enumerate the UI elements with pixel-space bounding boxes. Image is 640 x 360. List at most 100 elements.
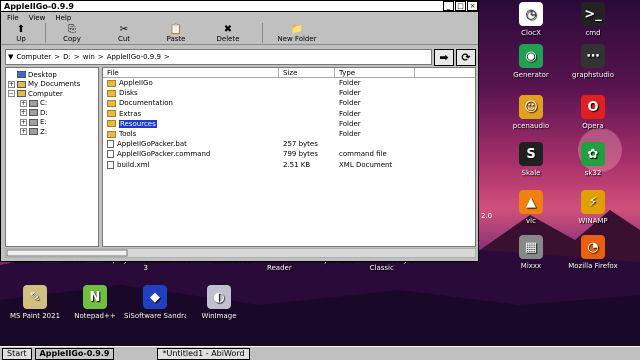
tree-item[interactable]: + E: [6, 118, 98, 128]
file-name: Tools [119, 130, 137, 139]
crumb-win[interactable]: win [83, 53, 95, 61]
file-icon [107, 150, 114, 159]
horizontal-scrollbar[interactable] [5, 248, 476, 258]
file-row[interactable]: AppleIIGoPacker.bat 257 bytes [103, 139, 475, 149]
label-version[interactable]: 2.0 [481, 212, 492, 220]
tree-item[interactable]: Desktop [6, 70, 98, 80]
column-file[interactable]: File [103, 68, 279, 77]
task-appleiigo[interactable]: AppleIIGo-0.9.9 [34, 347, 115, 360]
tree-item-label: E: [40, 118, 47, 127]
folder-icon [107, 120, 116, 128]
app-icon: ◐ [207, 285, 231, 309]
desktop-icon-sisoftware-sandra-200[interactable]: ◆ SiSoftware Sandra 200... [124, 285, 186, 320]
drive-icon [29, 109, 38, 117]
app-icon: ⚡ [581, 190, 605, 214]
desktop-icon-mozilla-firefox[interactable]: ◔ Mozilla Firefox [562, 235, 624, 270]
expand-toggle-icon[interactable]: − [8, 90, 15, 98]
start-button[interactable]: Start [2, 347, 32, 360]
file-row[interactable]: Tools Folder [103, 129, 475, 139]
desktop-icon-notepad[interactable]: N Notepad++ [64, 285, 126, 320]
minimize-icon[interactable]: _ [443, 1, 454, 11]
file-row[interactable]: Extras Folder [103, 109, 475, 119]
app-icon: N [83, 285, 107, 309]
tree-item-label: My Documents [28, 80, 81, 89]
refresh-icon[interactable]: ⟳ [456, 48, 476, 66]
crumb-drive[interactable]: D: [63, 53, 71, 61]
file-row[interactable]: Documentation Folder [103, 98, 475, 108]
paste-button[interactable]: 📋 Paste [154, 23, 198, 43]
column-type[interactable]: Type [335, 68, 415, 77]
file-row[interactable]: build.xml 2.51 KB XML Document [103, 160, 475, 170]
desktop-icon-ms-paint-2021[interactable]: ✎ MS Paint 2021 [4, 285, 66, 320]
task-abiword[interactable]: *Untitled1 - AbiWord [157, 347, 250, 360]
file-row[interactable]: AppleIIGo Folder [103, 78, 475, 88]
crumb-computer[interactable]: Computer [16, 53, 51, 61]
menu-view[interactable]: View [29, 14, 46, 22]
crumb-folder[interactable]: AppleIIGo-0.9.9 [107, 53, 161, 61]
expand-toggle-icon[interactable]: + [8, 80, 15, 88]
desktop-icon-vlc[interactable]: ▲ vlc [500, 190, 562, 225]
delete-icon: ✖ [223, 24, 233, 35]
file-manager-window[interactable]: AppleIIGo-0.9.9 _ □ × File View Help ⬆ Up… [0, 0, 479, 262]
menu-help[interactable]: Help [55, 14, 71, 22]
desktop-icon-winimage[interactable]: ◐ WinImage [188, 285, 250, 320]
desktop-icon-label: Notepad++ [74, 312, 116, 320]
expand-toggle-icon[interactable]: + [20, 109, 27, 117]
close-icon[interactable]: × [467, 1, 478, 11]
desktop-icon-sk32[interactable]: ✿ sk32 [562, 142, 624, 177]
tree-item[interactable]: + C: [6, 99, 98, 109]
breadcrumb[interactable]: ▼ Computer > D: > win > AppleIIGo-0.9.9 > [5, 49, 432, 65]
title-bar[interactable]: AppleIIGo-0.9.9 _ □ × [1, 1, 478, 12]
desktop-icon-opera[interactable]: O Opera [562, 95, 624, 130]
dropdown-icon[interactable]: ▼ [8, 53, 13, 61]
tree-item[interactable]: + My Documents [6, 80, 98, 90]
up-button[interactable]: ⬆ Up [1, 23, 41, 43]
desktop-icon-label: WINAMP [578, 217, 608, 225]
file-row[interactable]: AppleIIGoPacker.command 799 bytes command … [103, 149, 475, 159]
menu-file[interactable]: File [7, 14, 19, 22]
tree-item[interactable]: − Computer [6, 89, 98, 99]
tree-item-label: Computer [28, 89, 63, 98]
app-icon: O [581, 95, 605, 119]
desktop-icon-clocx[interactable]: ◷ ClocX [500, 2, 562, 37]
cut-button[interactable]: ✂ Cut [94, 23, 154, 43]
new-folder-icon: 📁 [290, 24, 304, 35]
file-name: Documentation [119, 99, 173, 108]
desktop-icon-graphstudio[interactable]: ⋯ graphstudio [562, 44, 624, 79]
copy-button[interactable]: ⎘ Copy [50, 23, 94, 43]
column-size[interactable]: Size [279, 68, 335, 77]
desktop-icon-pcenaudio[interactable]: ☺ pcenaudio [500, 95, 562, 130]
app-icon: ☺ [519, 95, 543, 119]
file-icon [107, 140, 114, 149]
app-icon: ◉ [519, 44, 543, 68]
go-arrow-icon[interactable]: ➡ [434, 48, 454, 66]
file-type: Folder [339, 89, 361, 98]
tree-item[interactable]: + Z: [6, 127, 98, 137]
expand-toggle-icon[interactable]: + [20, 118, 27, 126]
tree-item-label: Z: [40, 127, 48, 136]
desktop-icon-generator[interactable]: ◉ Generator [500, 44, 562, 79]
desktop-icon-cmd[interactable]: >_ cmd [562, 2, 624, 37]
desktop-icon-label: Opera [582, 122, 604, 130]
drive-icon [29, 128, 38, 136]
file-name: Disks [119, 89, 138, 98]
folder-icon [107, 89, 116, 97]
tree-item-label: D: [40, 108, 48, 117]
file-row[interactable]: Resources Folder [103, 119, 475, 129]
expand-toggle-icon[interactable]: + [20, 99, 27, 107]
file-type: Folder [339, 79, 361, 88]
app-icon: ⋯ [581, 44, 605, 68]
file-name: Extras [119, 109, 142, 118]
file-type: Folder [339, 109, 361, 118]
file-row[interactable]: Disks Folder [103, 88, 475, 98]
tree-item-label: Desktop [28, 70, 57, 79]
new-folder-button[interactable]: 📁 New Folder [267, 23, 327, 43]
desktop-icon-mixxx[interactable]: ▦ Mixxx [500, 235, 562, 270]
delete-button[interactable]: ✖ Delete [198, 23, 258, 43]
maximize-icon[interactable]: □ [455, 1, 466, 11]
desktop-icon-skale[interactable]: S Skale [500, 142, 562, 177]
app-icon: ✎ [23, 285, 47, 309]
expand-toggle-icon[interactable]: + [20, 128, 27, 136]
tree-item[interactable]: + D: [6, 108, 98, 118]
desktop-icon-winamp[interactable]: ⚡ WINAMP [562, 190, 624, 225]
